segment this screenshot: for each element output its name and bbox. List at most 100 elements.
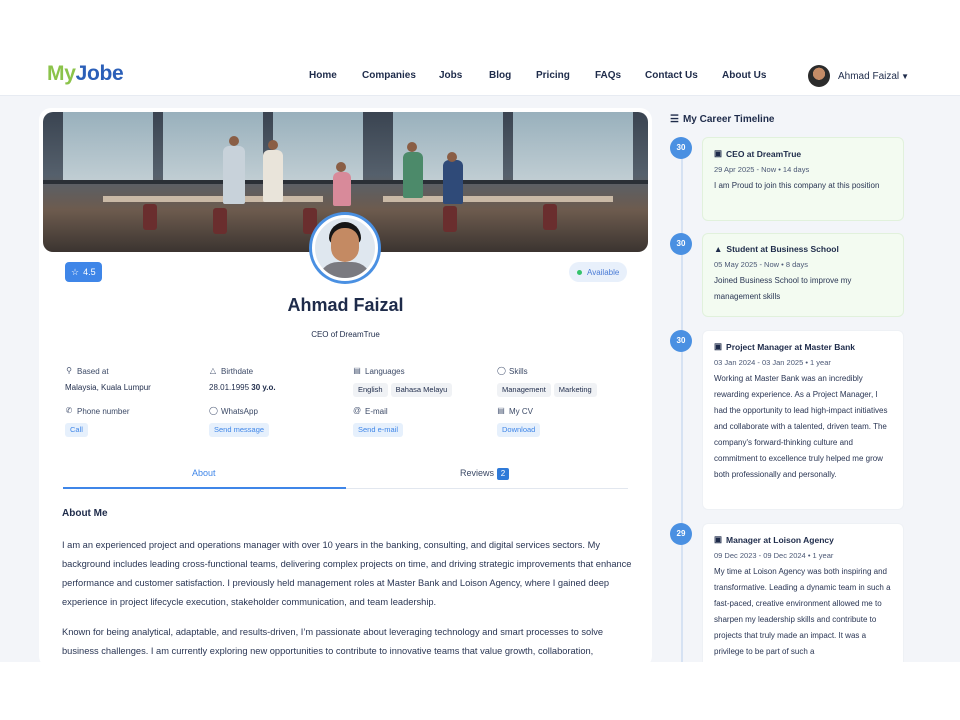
tab-about[interactable]: About	[192, 468, 216, 488]
user-name: Ahmad Faizal	[838, 70, 900, 82]
profile-avatar	[309, 212, 381, 284]
timeline-item[interactable]: ▣ CEO at DreamTrue 29 Apr 2025 - Now • 14…	[702, 137, 904, 221]
bottom-blank	[0, 662, 960, 720]
timeline-item[interactable]: ▣ Project Manager at Master Bank 03 Jan 2…	[702, 330, 904, 510]
graduation-cap-icon: ▲	[714, 244, 723, 254]
document-icon: ▤	[497, 406, 505, 415]
timeline-item-text: Working at Master Bank was an incredibly…	[714, 374, 888, 479]
user-avatar[interactable]	[808, 65, 830, 87]
about-paragraph-1: I am an experienced project and operatio…	[62, 540, 632, 607]
download-cv-button[interactable]: Download	[497, 423, 541, 437]
profile-card: ☆ 4.5 Available Ahmad Faizal CEO of Drea…	[39, 108, 652, 668]
star-icon: ☆	[71, 266, 80, 277]
briefcase-icon: ▣	[714, 148, 723, 158]
timeline-title: ☰ My Career Timeline	[670, 114, 775, 125]
birthdate-value: 28.01.1995	[209, 383, 250, 392]
cake-icon: △	[209, 366, 217, 375]
timeline-item-dates: 03 Jan 2024 - 03 Jan 2025	[714, 358, 804, 367]
info-label: Skills	[509, 366, 528, 376]
info-skills: ◯ Skills Management Marketing	[497, 365, 627, 397]
briefcase-icon: ▣	[714, 341, 723, 351]
skills-icon: ◯	[497, 366, 506, 375]
call-button[interactable]: Call	[65, 423, 88, 437]
info-label: E-mail	[365, 406, 388, 416]
timeline-item-dates: 05 May 2025 - Now	[714, 260, 780, 269]
reviews-count-badge: 2	[497, 468, 510, 480]
nav-jobs[interactable]: Jobs	[439, 70, 462, 81]
nav-faqs[interactable]: FAQs	[595, 70, 621, 81]
profile-tabs: About Reviews 2	[63, 465, 628, 489]
language-chip: Bahasa Melayu	[390, 383, 453, 397]
timeline-item-duration: 14 days	[782, 165, 810, 174]
info-based-at: ⚲ Based at Malaysia, Kuala Lumpur	[65, 365, 195, 393]
timeline-item[interactable]: ▣ Manager at Loison Agency 09 Dec 2023 - …	[702, 523, 904, 662]
send-email-button[interactable]: Send e-mail	[353, 423, 404, 437]
language-chip: English	[353, 383, 388, 397]
tab-reviews-label: Reviews	[460, 468, 495, 478]
timeline-day-badge: 30	[670, 233, 692, 255]
timeline-item-duration: 1 year	[812, 551, 834, 560]
info-label: Phone number	[77, 406, 130, 416]
tab-reviews[interactable]: Reviews 2	[460, 468, 510, 488]
whatsapp-icon: ◯	[209, 406, 218, 415]
info-languages: ▤ Languages English Bahasa Melayu	[353, 365, 483, 397]
timeline-day-badge: 29	[670, 523, 692, 545]
chevron-down-icon[interactable]: ▼	[901, 72, 909, 81]
age-value: 30 y.o.	[251, 383, 276, 392]
info-birthdate: △ Birthdate 28.01.1995 30 y.o.	[209, 365, 339, 393]
status-dot-icon	[577, 269, 582, 275]
top-navbar: MyJobe Home Companies Jobs Blog Pricing …	[0, 56, 960, 96]
info-label: Birthdate	[221, 366, 254, 376]
profile-title: CEO of DreamTrue	[311, 330, 380, 339]
status-text: Available	[587, 267, 620, 277]
list-icon: ☰	[670, 114, 679, 125]
active-tab-indicator	[63, 487, 346, 489]
timeline-item-text: I am Proud to join this company at this …	[714, 181, 880, 190]
profile-name: Ahmad Faizal	[287, 295, 404, 315]
timeline-item-text: My time at Loison Agency was both inspir…	[714, 567, 891, 656]
timeline-day-badge: 30	[670, 137, 692, 159]
rating-badge: ☆ 4.5	[65, 262, 102, 282]
translate-icon: ▤	[353, 366, 361, 375]
skill-chip: Management	[497, 383, 551, 397]
phone-icon: ✆	[65, 406, 73, 415]
nav-blog[interactable]: Blog	[489, 70, 511, 81]
timeline-item-title: Manager at Loison Agency	[726, 534, 834, 545]
timeline-day-badge: 30	[670, 330, 692, 352]
nav-about-us[interactable]: About Us	[722, 70, 766, 81]
timeline-item-title: Project Manager at Master Bank	[726, 341, 855, 352]
info-value: Malaysia, Kuala Lumpur	[65, 383, 151, 392]
nav-companies[interactable]: Companies	[362, 70, 416, 81]
info-cv: ▤ My CV Download	[497, 405, 627, 437]
info-email: @ E-mail Send e-mail	[353, 405, 483, 437]
nav-pricing[interactable]: Pricing	[536, 70, 570, 81]
rating-value: 4.5	[83, 267, 96, 277]
send-message-button[interactable]: Send message	[209, 423, 270, 437]
briefcase-icon: ▣	[714, 534, 723, 544]
timeline-line	[681, 150, 683, 662]
info-label: Languages	[365, 366, 405, 376]
timeline-item-duration: 1 year	[810, 358, 831, 367]
timeline-item[interactable]: ▲ Student at Business School 05 May 2025 …	[702, 233, 904, 317]
timeline-title-text: My Career Timeline	[682, 114, 775, 125]
status-badge: Available	[569, 262, 628, 282]
timeline-item-dates: 09 Dec 2023 - 09 Dec 2024	[714, 551, 806, 560]
nav-home[interactable]: Home	[309, 70, 337, 81]
location-pin-icon: ⚲	[66, 366, 72, 375]
info-label: WhatsApp	[221, 406, 258, 416]
skill-chip: Marketing	[553, 383, 597, 397]
about-paragraph-2: Known for being analytical, adaptable, a…	[62, 627, 604, 656]
timeline-item-duration: 8 days	[785, 260, 808, 269]
nav-contact-us[interactable]: Contact Us	[645, 70, 698, 81]
user-menu[interactable]: Ahmad Faizal ▼	[808, 64, 909, 88]
about-heading: About Me	[62, 508, 108, 519]
timeline-item-title: CEO at DreamTrue	[726, 148, 802, 159]
info-phone: ✆ Phone number Call	[65, 405, 195, 437]
timeline-item-title: Student at Business School	[726, 244, 839, 254]
info-whatsapp: ◯ WhatsApp Send message	[209, 405, 339, 437]
at-sign-icon: @	[353, 406, 362, 415]
info-label: My CV	[509, 406, 533, 416]
timeline-item-dates: 29 Apr 2025 - Now	[714, 165, 777, 174]
info-label: Based at	[77, 366, 109, 376]
timeline-item-text: Joined Business School to improve my man…	[714, 276, 852, 301]
